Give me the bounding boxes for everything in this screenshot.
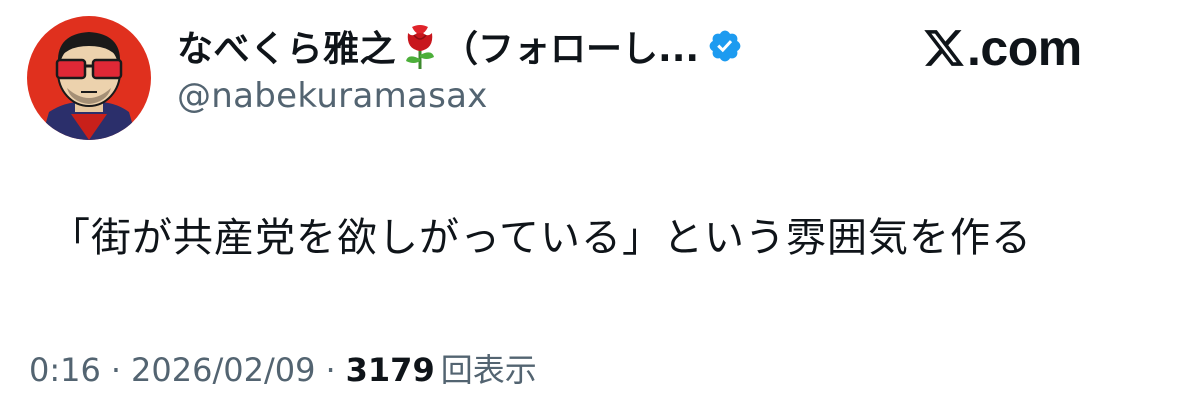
meta-separator: ·	[325, 351, 336, 389]
x-logo-icon	[924, 30, 964, 66]
x-com-logo[interactable]: .com	[922, 20, 1082, 76]
author-handle[interactable]: @nabekuramasax	[177, 76, 488, 116]
views-label: 回表示	[440, 351, 537, 389]
avatar-image	[27, 16, 151, 140]
verified-badge-icon	[707, 28, 743, 64]
views-count[interactable]: 3179	[346, 351, 435, 389]
author-name-row[interactable]: なべくら雅之 （フォローし...	[177, 20, 743, 72]
tweet-meta: 0:16 · 2026/02/09 · 3179 回表示	[29, 345, 537, 391]
meta-separator: ·	[110, 351, 122, 389]
tweet-date[interactable]: 2026/02/09	[131, 351, 315, 389]
avatar[interactable]	[27, 16, 151, 140]
display-name[interactable]: なべくら雅之	[177, 20, 396, 72]
tweet-time[interactable]: 0:16	[29, 351, 101, 389]
rose-icon	[400, 21, 440, 71]
name-suffix[interactable]: （フォローし...	[442, 20, 699, 72]
logo-text: .com	[967, 20, 1082, 76]
tweet-text: 「街が共産党を欲しがっている」という雰囲気を作る	[50, 215, 1032, 261]
